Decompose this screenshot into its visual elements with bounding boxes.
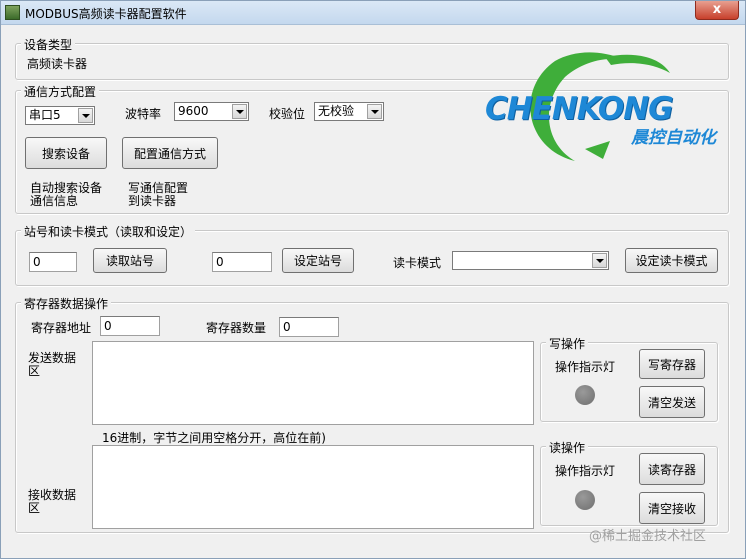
- parity-select[interactable]: 无校验: [314, 102, 384, 121]
- set-station-field[interactable]: 0: [212, 252, 272, 272]
- register-address-field[interactable]: 0: [100, 316, 160, 336]
- device-type-group-label: 设备类型: [21, 36, 76, 53]
- baud-label: 波特率: [125, 107, 162, 121]
- register-count-field[interactable]: 0: [279, 317, 339, 337]
- read-station-field[interactable]: 0: [29, 252, 77, 272]
- watermark: @稀土掘金技术社区: [589, 529, 707, 544]
- clear-recv-button[interactable]: 清空接收: [639, 492, 705, 524]
- register-group-label: 寄存器数据操作: [21, 295, 112, 312]
- baud-select[interactable]: 9600: [174, 102, 249, 121]
- write-indicator-label: 操作指示灯: [555, 360, 616, 374]
- search-hint-line2: 通信信息: [30, 194, 79, 208]
- port-selected-value: 串口5: [29, 108, 61, 122]
- config-hint-line2: 到读卡器: [128, 194, 177, 208]
- baud-selected-value: 9600: [178, 104, 209, 118]
- recv-area-label-line2: 区: [28, 501, 41, 515]
- title-bar: MODBUS高频读卡器配置软件 x: [1, 1, 745, 25]
- set-station-button[interactable]: 设定站号: [282, 248, 354, 273]
- write-indicator-light: [575, 385, 595, 405]
- close-button[interactable]: x: [695, 1, 739, 20]
- window-title: MODBUS高频读卡器配置软件: [25, 7, 187, 21]
- station-group-label: 站号和读卡模式（读取和设定）: [21, 223, 196, 240]
- read-op-group-label: 读操作: [546, 439, 589, 456]
- chevron-down-icon[interactable]: [367, 104, 382, 119]
- search-device-button[interactable]: 搜索设备: [25, 137, 107, 169]
- send-area-label-line2: 区: [28, 364, 41, 378]
- write-register-button[interactable]: 写寄存器: [639, 349, 705, 379]
- recv-data-textarea[interactable]: [92, 445, 534, 529]
- clear-send-button[interactable]: 清空发送: [639, 386, 705, 418]
- chevron-down-icon[interactable]: [232, 104, 247, 119]
- hex-format-hint: 16进制，字节之间用空格分开，高位在前): [102, 431, 326, 445]
- read-indicator-label: 操作指示灯: [555, 464, 616, 478]
- chevron-down-icon[interactable]: [78, 108, 93, 123]
- read-register-button[interactable]: 读寄存器: [639, 453, 705, 485]
- app-window: MODBUS高频读卡器配置软件 x 设备类型 高频读卡器 通信方式配置 串口5 …: [0, 0, 746, 559]
- read-indicator-light: [575, 490, 595, 510]
- device-type-value: 高频读卡器: [27, 57, 88, 71]
- register-count-label: 寄存器数量: [206, 321, 267, 335]
- read-station-button[interactable]: 读取站号: [93, 248, 167, 273]
- read-mode-select[interactable]: [452, 251, 609, 270]
- write-op-group-label: 写操作: [546, 335, 589, 352]
- logo-text: CHENKONG: [485, 91, 674, 127]
- app-icon: [5, 5, 20, 20]
- chenkong-logo: CHENKONG 晨控自动化: [485, 49, 731, 171]
- set-read-mode-button[interactable]: 设定读卡模式: [625, 248, 718, 273]
- chevron-down-icon[interactable]: [592, 253, 607, 268]
- parity-selected-value: 无校验: [318, 104, 355, 118]
- comm-config-group-label: 通信方式配置: [21, 83, 100, 100]
- register-address-label: 寄存器地址: [31, 321, 92, 335]
- config-comm-button[interactable]: 配置通信方式: [122, 137, 218, 169]
- logo-subtext: 晨控自动化: [631, 128, 716, 148]
- send-data-textarea[interactable]: [92, 341, 534, 425]
- read-mode-label: 读卡模式: [393, 256, 442, 270]
- parity-label: 校验位: [269, 107, 306, 121]
- port-select[interactable]: 串口5: [25, 106, 95, 125]
